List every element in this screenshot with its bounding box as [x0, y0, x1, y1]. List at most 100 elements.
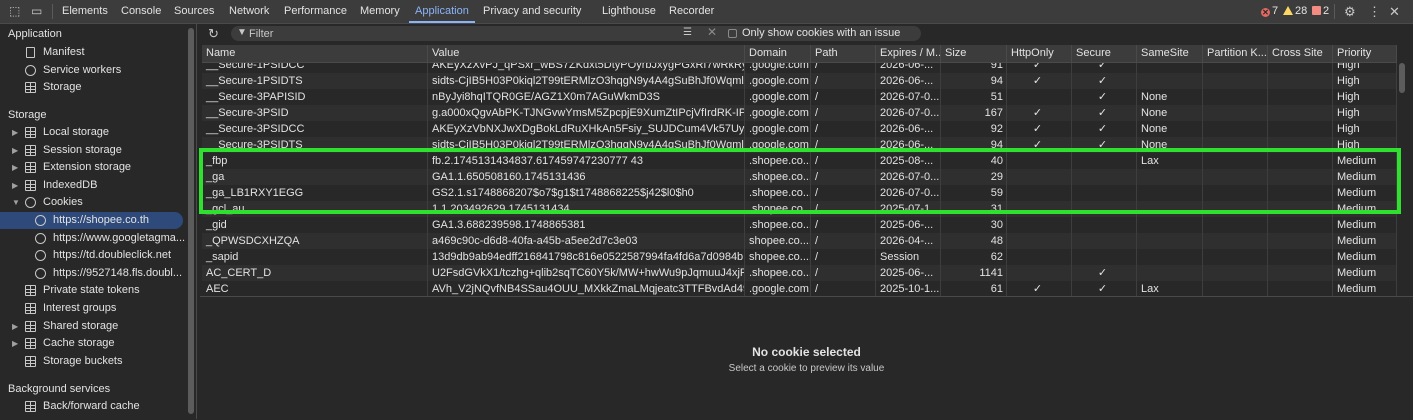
sidebar-item-manifest[interactable]: Manifest: [24, 44, 188, 61]
close-devtools-icon[interactable]: ✕: [1389, 5, 1402, 18]
column-header-samesite[interactable]: SameSite: [1137, 45, 1203, 62]
cell-path: /: [811, 281, 876, 297]
table-row[interactable]: __Secure-3PSIDTS sidts-CjIB5H03P0kiql2T99…: [202, 137, 1397, 153]
table-row[interactable]: _gid GA1.3.688239598.1748865381 .shopee.co…: [202, 217, 1397, 233]
tab-memory[interactable]: Memory: [360, 0, 400, 23]
chevron-right-icon[interactable]: ▶: [12, 124, 22, 141]
chevron-right-icon[interactable]: ▶: [12, 177, 22, 194]
clear-all-cookies-icon[interactable]: ☰: [683, 27, 692, 38]
tab-network[interactable]: Network: [229, 0, 269, 23]
column-header-domain[interactable]: Domain: [745, 45, 811, 62]
issues-count-badge[interactable]: 2: [1312, 0, 1329, 23]
cell-expires: 2025-06-...: [876, 265, 941, 281]
issues-icon: [1312, 6, 1321, 15]
cell-path: /: [811, 249, 876, 265]
tab-sources[interactable]: Sources: [174, 0, 214, 23]
warning-count-badge[interactable]: 28: [1283, 0, 1307, 23]
sidebar-item-storage[interactable]: Storage: [24, 79, 188, 96]
sidebar-item-shared-storage[interactable]: ▶ Shared storage: [12, 318, 188, 335]
table-row[interactable]: _ga GA1.1.650508160.1745131436 .shopee.co.…: [202, 169, 1397, 185]
cell-crosssite: [1268, 105, 1333, 121]
cell-name: __Secure-3PSIDTS: [202, 137, 428, 153]
sidebar-item-label: https://www.googletagma...: [53, 232, 186, 244]
scrollbar-thumb[interactable]: [1399, 63, 1405, 93]
column-header-value[interactable]: Value: [428, 45, 745, 62]
sidebar-item-back-forward-cache[interactable]: Back/forward cache: [12, 398, 188, 415]
tab-privacy-and-security[interactable]: Privacy and security: [483, 0, 581, 23]
tab-console[interactable]: Console: [121, 0, 161, 23]
chevron-right-icon[interactable]: ▶: [12, 335, 22, 352]
cell-priority: Medium: [1333, 281, 1397, 297]
chevron-right-icon[interactable]: ▶: [12, 142, 22, 159]
cell-expires: 2026-07-0...: [876, 185, 941, 201]
settings-gear-icon[interactable]: ⚙: [1344, 5, 1357, 18]
tab-recorder[interactable]: Recorder: [669, 0, 714, 23]
table-row[interactable]: _ga_LB1RXY1EGG GS2.1.s1748868207$o7$g1$t1…: [202, 185, 1397, 201]
chevron-down-icon[interactable]: ▼: [12, 194, 22, 211]
sidebar-item-session-storage[interactable]: ▶ Session storage: [12, 142, 188, 159]
delete-selected-icon[interactable]: ✕: [707, 25, 717, 39]
sidebar-item-cookie-origin-fls-doubleclick[interactable]: https://9527148.fls.doubl...: [0, 265, 188, 282]
table-row[interactable]: __Secure-3PSID g.a000xQgvAbPK-TJNGvwYmsM5…: [202, 105, 1397, 121]
table-row[interactable]: __Secure-1PSIDCC AKEyXzXvPJ_qPSxr_wBS7ZKd…: [202, 63, 1397, 73]
table-row[interactable]: __Secure-3PAPISID nByJyi8hqITQR0GE/AGZ1X0…: [202, 89, 1397, 105]
table-row[interactable]: __Secure-1PSIDTS sidts-CjIB5H03P0kiql2T99…: [202, 73, 1397, 89]
column-header-path[interactable]: Path: [811, 45, 876, 62]
tab-lighthouse[interactable]: Lighthouse: [602, 0, 656, 23]
column-header-partition[interactable]: Partition K...: [1203, 45, 1268, 62]
column-header-size[interactable]: Size: [941, 45, 1007, 62]
cell-httponly: [1007, 185, 1072, 201]
tab-application[interactable]: Application: [409, 0, 475, 23]
table-row[interactable]: _QPWSDCXHZQA a469c90c-d6d8-40fa-a45b-a5ee…: [202, 233, 1397, 249]
tab-elements[interactable]: Elements: [62, 0, 108, 23]
sidebar-item-cookies[interactable]: ▼ Cookies: [12, 194, 188, 211]
inspect-element-icon[interactable]: ⬚: [9, 5, 22, 18]
cell-value: GA1.3.688239598.1748865381: [428, 217, 745, 233]
table-row[interactable]: __Secure-3PSIDCC AKEyXzVbNXJwXDgBokLdRuXH…: [202, 121, 1397, 137]
table-scrollbar[interactable]: [1398, 63, 1406, 293]
sidebar-item-indexeddb[interactable]: ▶ IndexedDB: [12, 177, 188, 194]
more-options-icon[interactable]: ⋮: [1368, 5, 1381, 18]
column-header-priority[interactable]: Priority: [1333, 45, 1397, 62]
cell-samesite: [1137, 73, 1203, 89]
column-header-crosssite[interactable]: Cross Site: [1268, 45, 1333, 62]
scrollbar-thumb[interactable]: [188, 28, 194, 414]
sidebar-item-cookie-origin-doubleclick[interactable]: https://td.doubleclick.net: [0, 247, 188, 264]
table-row[interactable]: _sapid 13d9db9ab94edff216841798c816e05225…: [202, 249, 1397, 265]
column-header-name[interactable]: Name: [202, 45, 428, 62]
sidebar-item-private-state-tokens[interactable]: Private state tokens: [12, 282, 188, 299]
sidebar-item-extension-storage[interactable]: ▶ Extension storage: [12, 159, 188, 176]
column-header-secure[interactable]: Secure: [1072, 45, 1137, 62]
device-toolbar-icon[interactable]: ▭: [31, 5, 44, 18]
table-row[interactable]: AEC AVh_V2jNQvfNB4SSau4OUU_MXkkZmaLMqjeat…: [202, 281, 1397, 297]
column-header-httponly[interactable]: HttpOnly: [1007, 45, 1072, 62]
refresh-icon[interactable]: ↻: [208, 27, 222, 41]
cell-name: __Secure-3PSID: [202, 105, 428, 121]
devtools-toolbar: ⬚ ▭ Elements Console Sources Network Per…: [0, 0, 1413, 24]
sidebar-item-storage-buckets[interactable]: Storage buckets: [12, 353, 188, 370]
sidebar-item-cookie-origin-shopee[interactable]: https://shopee.co.th: [0, 212, 183, 229]
cell-crosssite: [1268, 201, 1333, 217]
cell-secure: [1072, 233, 1137, 249]
table-row[interactable]: AC_CERT_D U2FsdGVkX1/tczhg+qlib2sqTC60Y5k…: [202, 265, 1397, 281]
tab-performance[interactable]: Performance: [284, 0, 347, 23]
sidebar-item-service-workers[interactable]: Service workers: [24, 62, 188, 79]
chevron-right-icon[interactable]: ▶: [12, 318, 22, 335]
cell-domain: .shopee.co...: [745, 169, 811, 185]
chevron-right-icon[interactable]: ▶: [12, 159, 22, 176]
only-issues-checkbox[interactable]: [728, 29, 737, 38]
cell-domain: .google.com: [745, 281, 811, 297]
table-row[interactable]: _fbp fb.2.1745131434837.617459747230777 4…: [202, 153, 1397, 169]
sidebar-scrollbar[interactable]: [188, 24, 194, 414]
cell-priority: Medium: [1333, 201, 1397, 217]
cell-partition: [1203, 105, 1268, 121]
table-header: Name Value Domain Path Expires / M... Size Htt…: [202, 45, 1397, 63]
sidebar-item-cookie-origin-googletagmanager[interactable]: https://www.googletagma...: [0, 230, 188, 247]
cell-name: _gid: [202, 217, 428, 233]
sidebar-item-interest-groups[interactable]: Interest groups: [12, 300, 188, 317]
sidebar-item-local-storage[interactable]: ▶ Local storage: [12, 124, 188, 141]
column-header-expires[interactable]: Expires / M...: [876, 45, 941, 62]
error-count-badge[interactable]: ✕ 7: [1261, 0, 1278, 23]
table-row[interactable]: _gcl_au 1.1.203492629.1745131434 .shopee.c…: [202, 201, 1397, 217]
sidebar-item-cache-storage[interactable]: ▶ Cache storage: [12, 335, 188, 352]
